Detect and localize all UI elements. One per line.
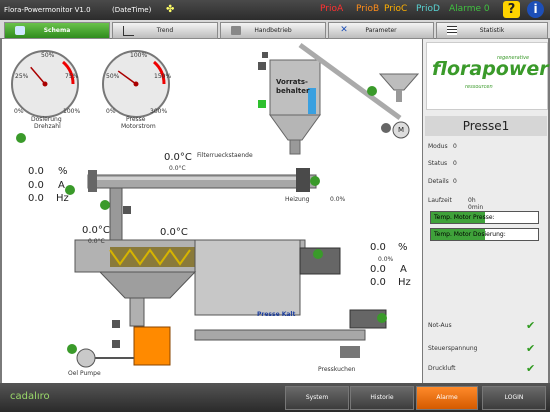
field-details: Details 0 <box>428 178 457 185</box>
field-status: Status 0 <box>428 160 457 167</box>
gauge-tick: 100% <box>63 108 81 115</box>
field-modus: Modus 0 <box>428 143 457 150</box>
oel-pumpe-icon <box>76 348 96 368</box>
brand-name: florapower <box>432 58 549 80</box>
fan-icon <box>67 344 77 354</box>
silo-label: behalter <box>276 87 310 95</box>
temp-top: 0.0°C <box>164 152 192 163</box>
fan-icon <box>16 133 26 143</box>
valve-indicator <box>123 206 131 214</box>
valve-indicator <box>258 62 266 70</box>
heizung-label: Heizung <box>285 196 310 203</box>
valve-indicator <box>112 340 120 348</box>
right-unit: Hz <box>398 277 411 288</box>
left-unit: % <box>58 166 68 177</box>
gauge-tick: 0% <box>106 108 116 115</box>
fan-icon <box>313 249 323 259</box>
gauge-tick: 75% <box>65 73 79 80</box>
device-title: Presse1 <box>425 116 547 136</box>
left-unit: A <box>58 180 65 191</box>
right-unit: % <box>398 242 408 253</box>
check-icon: ✔ <box>526 362 536 375</box>
gauge-tick: 25% <box>15 73 29 80</box>
oel-pumpe-label: Oel Pumpe <box>68 370 101 377</box>
right-small-pct: 0.0% <box>378 256 394 263</box>
temp-top-small: 0.0°C <box>169 165 186 172</box>
left-unit: Hz <box>56 193 69 204</box>
field-laufzeit: Laufzeit 0h 0min <box>428 197 484 211</box>
presskuchen-label: Presskuchen <box>318 366 356 373</box>
login-button[interactable]: LOGIN <box>482 386 546 410</box>
left-value: 0.0 <box>28 193 44 204</box>
gauge-label: Drehzahl <box>34 123 61 130</box>
fan-icon <box>367 86 377 96</box>
right-value: 0.0 <box>370 277 386 288</box>
temp-right: 0.0°C <box>160 227 188 238</box>
gauge-label: Motorstrom <box>121 123 156 130</box>
gauge-label: Dosierung <box>31 116 62 123</box>
left-value: 0.0 <box>28 166 44 177</box>
silo-label: Vorrats- <box>276 78 308 86</box>
brand-sub: regenerative <box>497 55 530 61</box>
level-indicator <box>258 100 266 108</box>
status-not-aus: Not-Aus <box>428 322 452 329</box>
temp-mid: 0.0°C <box>82 225 110 236</box>
check-icon: ✔ <box>526 342 536 355</box>
system-button[interactable]: System <box>285 386 349 410</box>
small-hopper <box>378 73 420 102</box>
alarme-button[interactable]: Alarme <box>416 386 478 410</box>
historie-button[interactable]: Historie <box>350 386 414 410</box>
check-icon: ✔ <box>526 319 536 332</box>
presse-kalt-label: Presse Kalt <box>257 311 296 318</box>
status-druckluft: Druckluft <box>428 365 456 372</box>
left-value: 0.0 <box>28 180 44 191</box>
fan-icon <box>310 176 320 186</box>
filter-label: Filterrueckstaende <box>197 152 253 159</box>
motor-label: M <box>398 126 405 134</box>
temp-bar-dosierung: Temp. Motor Dosierung: <box>430 228 539 241</box>
gauge-tick: 50% <box>106 73 120 80</box>
heizung-value: 0.0% <box>330 196 346 203</box>
right-unit: A <box>400 264 407 275</box>
footer-logo: cadalıro <box>10 391 50 402</box>
silo-vorratsbehalter <box>262 52 321 155</box>
status-steuerspannung: Steuerspannung <box>428 345 478 352</box>
right-value: 0.0 <box>370 242 386 253</box>
gauge-tick: 300% <box>150 108 168 115</box>
feed-pipe <box>109 187 123 244</box>
gauge-tick: 0% <box>14 108 24 115</box>
fan-icon <box>100 200 110 210</box>
gauge-tick: 100% <box>130 52 148 59</box>
right-value: 0.0 <box>370 264 386 275</box>
gear-icon <box>381 123 391 133</box>
fan-icon <box>377 313 387 323</box>
gauge-tick: 150% <box>154 73 172 80</box>
temp-bar-presse: Temp. Motor Presse: <box>430 211 539 224</box>
temp-mid-small: 0.0°C <box>88 238 105 245</box>
valve-indicator <box>112 320 120 328</box>
brand-sub: ressourcen <box>465 84 493 90</box>
gauge-tick: 50% <box>41 52 55 59</box>
gauge-label: Presse <box>126 116 146 123</box>
